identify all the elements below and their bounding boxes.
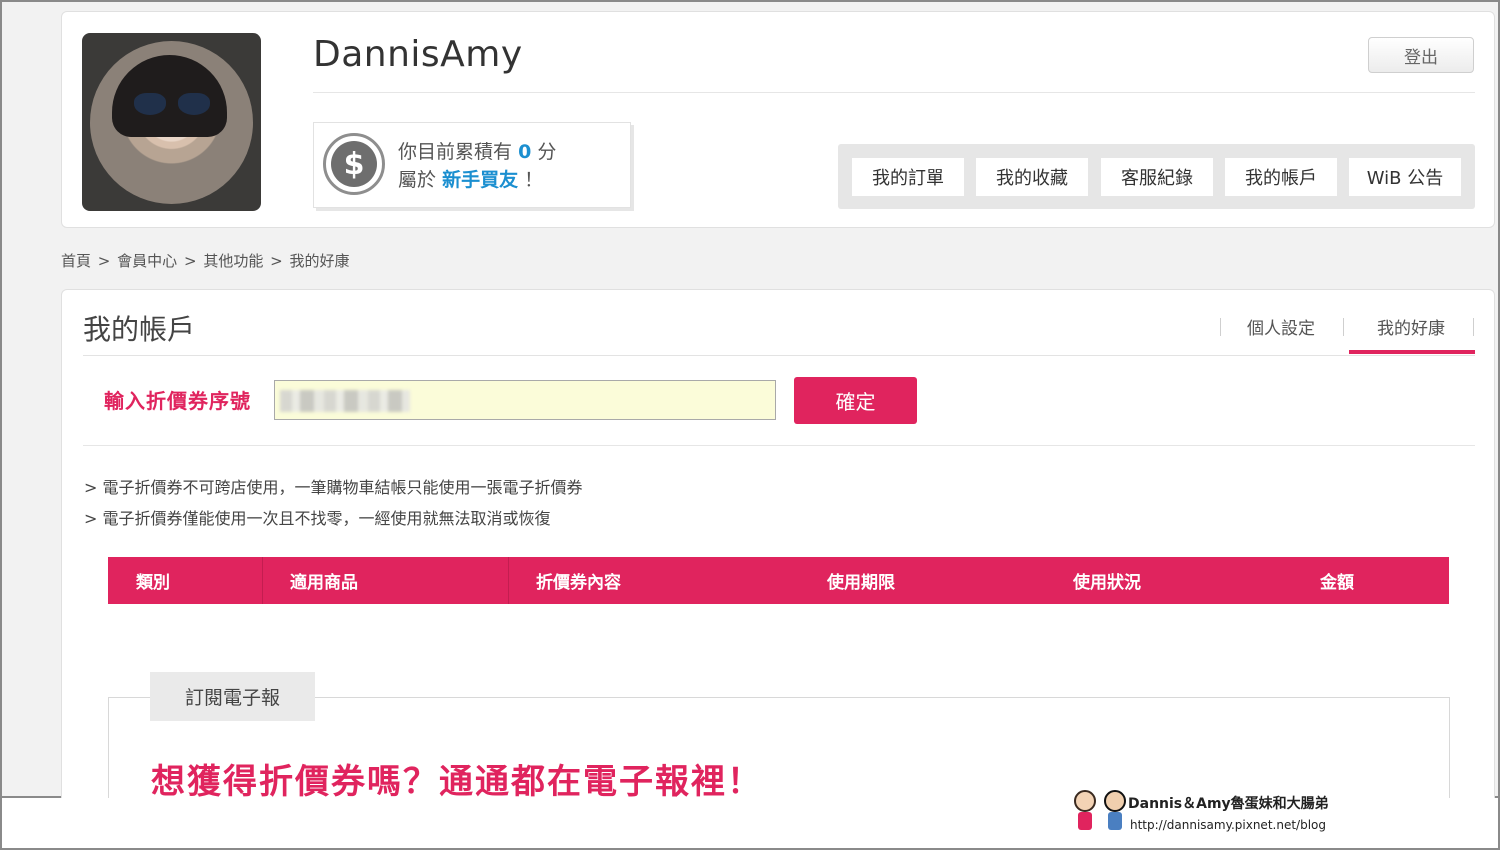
points-line: 你目前累積有 0 分 <box>398 137 556 164</box>
watermark-boy-icon <box>1103 790 1127 832</box>
coupon-code-redacted <box>280 390 410 412</box>
nav-my-favorites[interactable]: 我的收藏 <box>976 158 1088 196</box>
breadcrumb-member-center[interactable]: 會員中心 <box>117 252 177 270</box>
newsletter-promo: 想獲得折價券嗎？通通都在電子報裡！ <box>151 762 763 802</box>
member-level-prefix: 屬於 <box>398 169 437 191</box>
watermark-girl-icon <box>1073 790 1097 832</box>
member-level-line: 屬於 新手買友 ！ <box>398 165 543 192</box>
breadcrumb: 首頁 > 會員中心 > 其他功能 > 我的好康 <box>61 250 351 271</box>
avatar-sunglasses-right <box>178 93 210 115</box>
points-value: 0 <box>518 141 532 163</box>
member-nav: 我的訂單 我的收藏 客服紀錄 我的帳戶 WiB 公告 <box>838 144 1475 209</box>
coupon-note: > 電子折價券僅能使用一次且不找零，一經使用就無法取消或恢復 <box>84 509 551 528</box>
watermark-url: http://dannisamy.pixnet.net/blog <box>1130 818 1326 832</box>
column-separator <box>262 557 263 604</box>
column-header-validity: 使用期限 <box>827 573 895 593</box>
tab-separator <box>1473 318 1474 336</box>
form-divider <box>83 445 1475 446</box>
confirm-button[interactable]: 確定 <box>794 377 917 424</box>
column-header-applicable-products: 適用商品 <box>290 573 358 593</box>
account-card: 我的帳戶 個人設定 我的好康 輸入折價券序號 確定 > 電子折價券不可跨店使用，… <box>61 289 1495 827</box>
logout-button[interactable]: 登出 <box>1368 37 1474 73</box>
nav-service-records[interactable]: 客服紀錄 <box>1101 158 1213 196</box>
nav-my-orders[interactable]: 我的訂單 <box>852 158 964 196</box>
column-header-coupon-content: 折價券內容 <box>536 573 621 593</box>
page-title: 我的帳戶 <box>83 313 196 346</box>
nav-my-account[interactable]: 我的帳戶 <box>1225 158 1337 196</box>
tab-separator <box>1343 318 1344 336</box>
tab-separator <box>1220 318 1221 336</box>
username: DannisAmy <box>313 34 523 75</box>
breadcrumb-separator: > <box>270 252 283 270</box>
breadcrumb-separator: > <box>97 252 111 270</box>
nav-wib-announcements[interactable]: WiB 公告 <box>1349 158 1461 196</box>
column-separator <box>508 557 509 604</box>
breadcrumb-current: 我的好康 <box>289 252 350 270</box>
coupon-note: > 電子折價券不可跨店使用，一筆購物車結帳只能使用一張電子折價券 <box>84 478 583 497</box>
points-prefix: 你目前累積有 <box>398 141 513 163</box>
active-tab-indicator <box>1349 350 1475 354</box>
breadcrumb-other-functions[interactable]: 其他功能 <box>203 252 263 270</box>
title-divider <box>83 355 1475 356</box>
points-suffix: 分 <box>537 141 557 163</box>
breadcrumb-home[interactable]: 首頁 <box>61 252 91 270</box>
points-summary: $ 你目前累積有 0 分 屬於 新手買友 ！ <box>313 122 631 208</box>
column-header-category: 類別 <box>136 573 170 593</box>
coupon-table-header: 類別 適用商品 折價券內容 使用期限 使用狀況 金額 <box>108 557 1449 604</box>
breadcrumb-separator: > <box>183 252 197 270</box>
column-header-amount: 金額 <box>1320 573 1354 593</box>
avatar-sunglasses-left <box>134 93 166 115</box>
profile-card: DannisAmy 登出 $ 你目前累積有 0 分 屬於 新手買友 ！ 我的訂單… <box>61 11 1495 228</box>
avatar[interactable] <box>82 33 261 211</box>
tab-my-deals[interactable]: 我的好康 <box>1377 314 1445 339</box>
member-level[interactable]: 新手買友 <box>442 169 518 191</box>
column-header-usage-status: 使用狀況 <box>1073 573 1141 593</box>
watermark-title: Dannis＆Amy魯蛋妹和大腸弟 <box>1128 796 1329 812</box>
member-level-suffix: ！ <box>524 169 544 191</box>
dollar-coin-icon: $ <box>323 133 385 195</box>
newsletter-tab[interactable]: 訂閱電子報 <box>150 672 315 721</box>
tab-personal-settings[interactable]: 個人設定 <box>1247 314 1315 339</box>
header-divider <box>313 92 1475 93</box>
coupon-code-label: 輸入折價券序號 <box>104 389 251 413</box>
